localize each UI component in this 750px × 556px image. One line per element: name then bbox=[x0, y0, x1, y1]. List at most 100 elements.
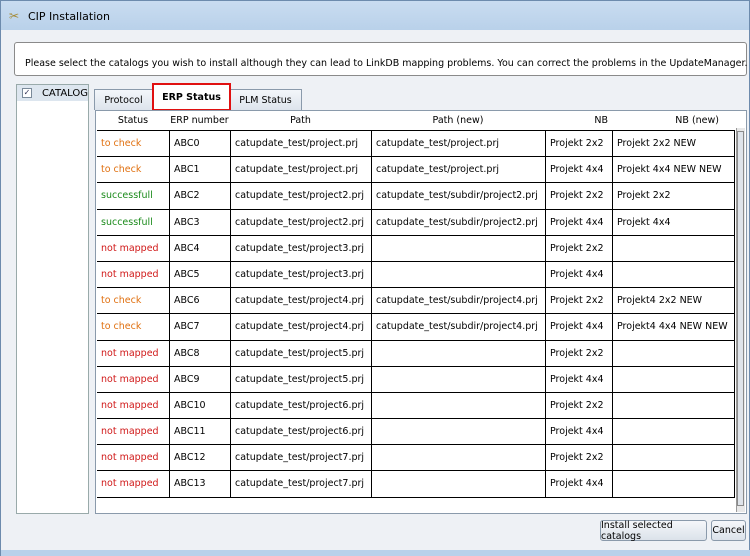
nb-cell: Projekt 2x2 bbox=[545, 235, 612, 261]
nb-cell: Projekt 4x4 bbox=[545, 261, 612, 288]
table-row[interactable]: to check ABC1 catupdate_test/project.prj ca… bbox=[97, 157, 735, 184]
status-cell: not mapped bbox=[101, 399, 159, 411]
status-cell: to check bbox=[101, 164, 142, 176]
path-new-cell bbox=[371, 340, 545, 366]
erp-number-cell: ABC8 bbox=[169, 340, 230, 366]
table-row[interactable]: not mapped ABC12 catupdate_test/project7.p… bbox=[97, 445, 735, 472]
path-new-cell: catupdate_test/subdir/project4.prj bbox=[371, 314, 545, 340]
path-new-cell: catupdate_test/subdir/project2.prj bbox=[371, 209, 545, 235]
table-row[interactable]: to check ABC0 catupdate_test/project.prj ca… bbox=[97, 131, 735, 158]
nb-cell: Projekt 4x4 bbox=[545, 419, 612, 445]
message-box: Please select the catalogs you wish to i… bbox=[14, 42, 748, 76]
table-row[interactable]: not mapped ABC10 catupdate_test/project6.p… bbox=[97, 392, 735, 420]
nb-new-cell: Projekt4 4x4 NEW NEW bbox=[612, 314, 735, 340]
path-cell: catupdate_test/project6.prj bbox=[230, 419, 371, 445]
nb-new-cell bbox=[612, 445, 735, 471]
title-bar: ✂ CIP Installation bbox=[0, 0, 750, 30]
path-new-cell bbox=[371, 419, 545, 445]
column-header[interactable]: NB (new) bbox=[612, 112, 735, 130]
table-row[interactable]: not mapped ABC8 catupdate_test/project5.pr… bbox=[97, 340, 735, 367]
path-cell: catupdate_test/project.prj bbox=[230, 157, 371, 183]
nb-cell: Projekt 2x2 bbox=[545, 288, 612, 314]
window-title: CIP Installation bbox=[28, 10, 110, 23]
erp-number-cell: ABC4 bbox=[169, 235, 230, 261]
table-body: to check ABC0 catupdate_test/project.prj ca… bbox=[97, 130, 735, 498]
path-cell: catupdate_test/project.prj bbox=[230, 131, 371, 157]
column-header[interactable]: NB bbox=[545, 112, 612, 130]
status-cell: not mapped bbox=[101, 242, 159, 254]
path-new-cell bbox=[371, 392, 545, 419]
catalog-checkbox[interactable]: ✓ bbox=[22, 88, 32, 98]
nb-new-cell bbox=[612, 340, 735, 366]
tab-plm-status[interactable]: PLM Status bbox=[229, 89, 302, 110]
cancel-button[interactable]: Cancel bbox=[711, 520, 746, 541]
status-cell: successfull bbox=[101, 216, 153, 228]
table-row[interactable]: not mapped ABC11 catupdate_test/project6.p… bbox=[97, 419, 735, 446]
nb-new-cell: Projekt 2x2 NEW bbox=[612, 131, 735, 157]
tab-erp-status[interactable]: ERP Status bbox=[152, 83, 231, 111]
nb-new-cell bbox=[612, 392, 735, 419]
status-cell: successfull bbox=[101, 190, 153, 202]
path-new-cell: catupdate_test/project.prj bbox=[371, 131, 545, 157]
message-text: Please select the catalogs you wish to i… bbox=[25, 58, 748, 69]
status-cell: to check bbox=[101, 295, 142, 307]
nb-new-cell: Projekt 4x4 NEW NEW bbox=[612, 157, 735, 183]
status-cell: not mapped bbox=[101, 426, 159, 438]
table-header: Status ERP number Path Path (new) NB NB … bbox=[97, 112, 735, 130]
nb-cell: Projekt 2x2 bbox=[545, 445, 612, 471]
path-cell: catupdate_test/project7.prj bbox=[230, 445, 371, 471]
table-row[interactable]: not mapped ABC13 catupdate_test/project7.p… bbox=[97, 471, 735, 498]
table-row[interactable]: not mapped ABC9 catupdate_test/project5.pr… bbox=[97, 366, 735, 393]
status-cell: not mapped bbox=[101, 452, 159, 464]
erp-number-cell: ABC9 bbox=[169, 366, 230, 392]
path-cell: catupdate_test/project7.prj bbox=[230, 471, 371, 497]
path-cell: catupdate_test/project5.prj bbox=[230, 340, 371, 366]
path-new-cell bbox=[371, 366, 545, 392]
path-cell: catupdate_test/project2.prj bbox=[230, 183, 371, 209]
path-new-cell bbox=[371, 235, 545, 261]
nb-cell: Projekt 4x4 bbox=[545, 366, 612, 392]
path-cell: catupdate_test/project2.prj bbox=[230, 209, 371, 235]
nb-cell: Projekt 2x2 bbox=[545, 392, 612, 419]
status-cell: not mapped bbox=[101, 268, 159, 280]
path-cell: catupdate_test/project5.prj bbox=[230, 366, 371, 392]
path-new-cell: catupdate_test/subdir/project4.prj bbox=[371, 288, 545, 314]
path-new-cell: catupdate_test/project.prj bbox=[371, 157, 545, 183]
column-header[interactable]: Status bbox=[97, 112, 169, 130]
erp-number-cell: ABC1 bbox=[169, 157, 230, 183]
status-cell: to check bbox=[101, 138, 142, 149]
nb-new-cell bbox=[612, 471, 735, 497]
table-row[interactable]: not mapped ABC5 catupdate_test/project3.pr… bbox=[97, 261, 735, 289]
status-cell: not mapped bbox=[101, 478, 159, 490]
path-new-cell: catupdate_test/subdir/project2.prj bbox=[371, 183, 545, 209]
nb-new-cell bbox=[612, 366, 735, 392]
path-new-cell bbox=[371, 471, 545, 497]
erp-number-cell: ABC6 bbox=[169, 288, 230, 314]
erp-number-cell: ABC13 bbox=[169, 471, 230, 497]
status-cell: to check bbox=[101, 321, 142, 333]
tools-icon: ✂ bbox=[9, 9, 20, 23]
nb-new-cell: Projekt 2x2 bbox=[612, 183, 735, 209]
nb-cell: Projekt 2x2 bbox=[545, 131, 612, 157]
install-selected-catalogs-button[interactable]: Install selected catalogs bbox=[600, 520, 707, 542]
erp-number-cell: ABC2 bbox=[169, 183, 230, 209]
column-header[interactable]: ERP number bbox=[169, 112, 230, 130]
table-row[interactable]: successfull ABC2 catupdate_test/project2.p… bbox=[97, 183, 735, 210]
nb-cell: Projekt 2x2 bbox=[545, 340, 612, 366]
tab-protocol[interactable]: Protocol bbox=[94, 89, 153, 110]
nb-new-cell bbox=[612, 419, 735, 445]
table-row[interactable]: not mapped ABC4 catupdate_test/project3.pr… bbox=[97, 235, 735, 262]
catalog-item[interactable]: ✓ CATALOG bbox=[17, 85, 88, 101]
catalog-label: CATALOG bbox=[41, 87, 88, 99]
table-row[interactable]: to check ABC7 catupdate_test/project4.prj c… bbox=[97, 314, 735, 341]
status-cell: not mapped bbox=[101, 373, 159, 385]
status-cell: not mapped bbox=[101, 347, 159, 359]
path-cell: catupdate_test/project4.prj bbox=[230, 288, 371, 314]
column-header[interactable]: Path (new) bbox=[371, 112, 545, 130]
table-row[interactable]: to check ABC6 catupdate_test/project4.prj c… bbox=[97, 288, 735, 315]
table-row[interactable]: successfull ABC3 catupdate_test/project2.p… bbox=[97, 209, 735, 236]
path-new-cell bbox=[371, 445, 545, 471]
column-header[interactable]: Path bbox=[230, 112, 371, 130]
path-new-cell bbox=[371, 261, 545, 288]
scrollbar-thumb[interactable] bbox=[737, 131, 744, 506]
